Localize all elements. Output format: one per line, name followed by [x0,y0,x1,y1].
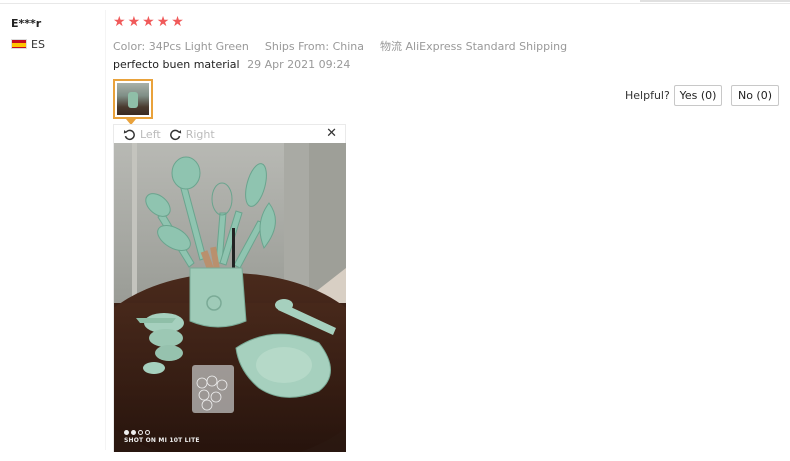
color-label: Color: [113,40,146,53]
ships-from-label: Ships From: [264,40,330,53]
star-icon: ★ [156,14,170,30]
rotate-right-icon [169,129,181,140]
rotate-right-button[interactable]: Right [169,128,215,141]
camera-watermark: SHOT ON MI 10T LITE [124,437,200,444]
star-icon: ★ [142,14,155,30]
logistics-label: 物流 [380,40,403,53]
reviewer-country: ES [31,38,45,51]
thumbnail-image [117,83,149,115]
review-content: perfecto buen material 29 Apr 2021 09:24 [113,58,350,71]
rotate-right-label: Right [185,127,215,141]
spain-flag-icon [11,39,27,49]
star-icon: ★ [113,14,126,30]
carousel-dot-active [124,430,129,435]
review-date: 29 Apr 2021 09:24 [247,58,351,71]
color-value: 34Pcs Light Green [148,40,249,53]
close-icon[interactable]: ✕ [326,126,337,142]
star-icon: ★ [127,14,141,30]
helpful-label: Helpful? [625,89,670,102]
top-divider [0,3,790,4]
review-photo: SHOT ON MI 10T LITE [114,143,346,452]
reviewer-name: E***r [11,17,42,30]
review-photo-thumbnail[interactable] [113,79,153,119]
photo-viewer: Left Right ✕ SHOT ON MI 10T LITE [113,124,346,452]
review-text: perfecto buen material [113,58,240,71]
star-icon: ★ [171,14,184,30]
rotate-left-button[interactable]: Left [123,128,161,141]
carousel-dot [131,430,136,435]
carousel-dot [138,430,143,435]
rotate-left-icon [123,129,135,140]
column-divider [105,10,106,450]
ships-from-value: China [332,40,365,53]
rotate-left-label: Left [140,127,161,141]
star-rating: ★ ★ ★ ★ ★ [113,15,184,29]
order-info: Color: 34Pcs Light Green Ships From: Chi… [113,38,567,54]
kitchen-utensils-photo [114,143,346,452]
carousel-indicator [124,430,150,435]
top-divider-segment [640,0,790,2]
viewer-toolbar: Left Right ✕ [114,125,346,143]
helpful-yes-button[interactable]: Yes (0) [674,85,722,106]
helpful-no-button[interactable]: No (0) [731,85,779,106]
carousel-dot [145,430,150,435]
shipping-method: AliExpress Standard Shipping [405,40,568,53]
